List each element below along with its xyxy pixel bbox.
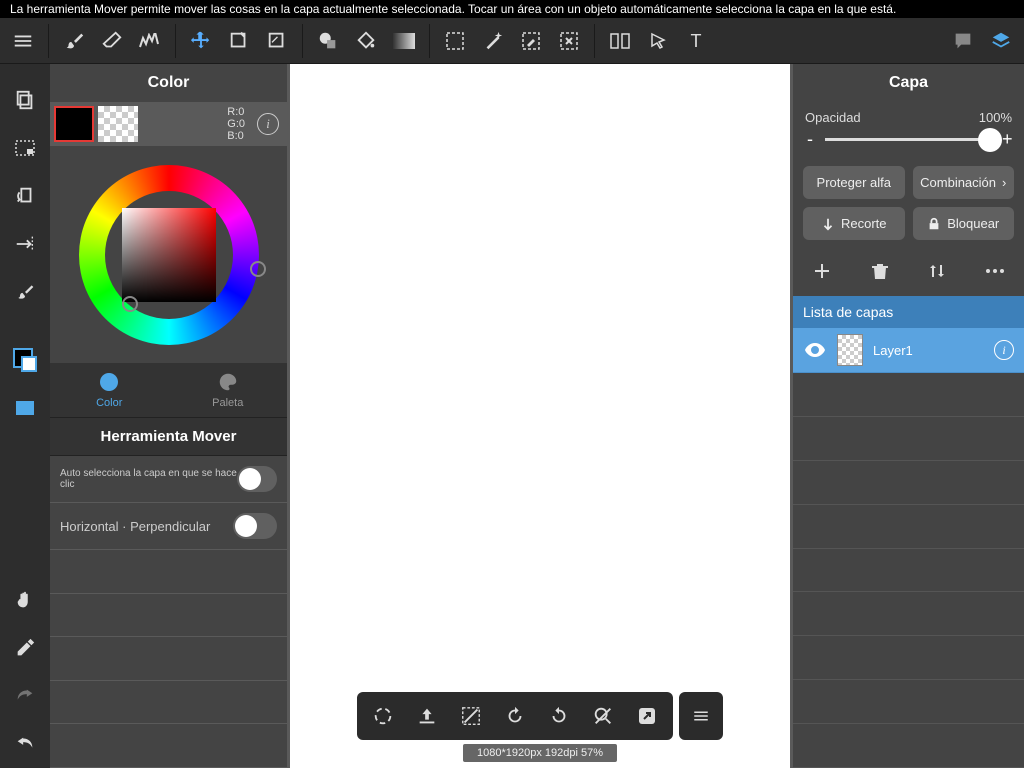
gradient-icon[interactable] xyxy=(387,24,421,58)
smudge-icon[interactable] xyxy=(133,24,167,58)
tooltip-bar: La herramienta Mover permite mover las c… xyxy=(0,0,1024,18)
tab-palette[interactable]: Paleta xyxy=(169,371,288,409)
deselect-icon[interactable] xyxy=(453,698,489,734)
save-icon[interactable] xyxy=(409,698,445,734)
auto-select-label: Auto selecciona la capa en que se hace c… xyxy=(60,468,237,490)
select-erase-icon[interactable] xyxy=(552,24,586,58)
layer-panel-title: Capa xyxy=(793,64,1024,102)
eraser-icon[interactable] xyxy=(95,24,129,58)
info-icon[interactable]: i xyxy=(257,113,279,135)
marquee-small-icon[interactable] xyxy=(0,124,50,172)
layer-item[interactable]: Layer1 i xyxy=(793,328,1024,373)
horiz-perp-label: Horizontal · Perpendicular xyxy=(60,519,210,534)
flip-icon[interactable] xyxy=(0,220,50,268)
marquee-icon[interactable] xyxy=(438,24,472,58)
protect-alpha-button[interactable]: Proteger alfa xyxy=(803,166,905,199)
chevron-right-icon: › xyxy=(1002,175,1006,190)
secondary-swatch[interactable] xyxy=(98,106,138,142)
primary-swatch[interactable] xyxy=(54,106,94,142)
layer-thumbnail xyxy=(837,334,863,366)
select-brush-icon[interactable] xyxy=(514,24,548,58)
horiz-perp-row: Horizontal · Perpendicular xyxy=(50,503,287,550)
foreground-color-icon[interactable] xyxy=(0,336,50,384)
lock-icon xyxy=(927,217,941,231)
top-toolbar: T xyxy=(0,18,1024,64)
delete-layer-icon[interactable] xyxy=(865,256,895,286)
opacity-slider-row: - + xyxy=(793,125,1024,162)
canvas[interactable] xyxy=(290,64,790,768)
layer-info-icon[interactable]: i xyxy=(994,340,1014,360)
right-panel: Capa Opacidad 100% - + Proteger alfa Com… xyxy=(793,64,1024,768)
brush-icon[interactable] xyxy=(57,24,91,58)
background-color-icon[interactable] xyxy=(0,384,50,432)
canvas-area[interactable]: 1080*1920px 192dpi 57% xyxy=(287,64,793,768)
svg-text:T: T xyxy=(691,31,702,51)
auto-select-switch[interactable] xyxy=(237,466,277,492)
fill-icon[interactable] xyxy=(349,24,383,58)
color-wheel[interactable] xyxy=(50,146,287,363)
add-layer-icon[interactable] xyxy=(807,256,837,286)
share-icon[interactable] xyxy=(629,698,665,734)
auto-select-row: Auto selecciona la capa en que se hace c… xyxy=(50,456,287,503)
crop-icon[interactable] xyxy=(260,24,294,58)
text-icon[interactable]: T xyxy=(679,24,713,58)
opacity-value: 100% xyxy=(979,110,1012,125)
undo-icon[interactable] xyxy=(0,720,50,768)
horiz-perp-switch[interactable] xyxy=(233,513,277,539)
rotate-cw-icon[interactable] xyxy=(541,698,577,734)
wand-icon[interactable] xyxy=(476,24,510,58)
sv-marker[interactable] xyxy=(122,296,138,312)
opacity-plus[interactable]: + xyxy=(1002,129,1012,150)
layer-name: Layer1 xyxy=(873,343,913,358)
layer-list-header: Lista de capas xyxy=(793,296,1024,328)
transform-icon[interactable] xyxy=(222,24,256,58)
rotate-icon[interactable] xyxy=(0,172,50,220)
color-subtabs: Color Paleta xyxy=(50,363,287,417)
expand-icon[interactable] xyxy=(365,698,401,734)
eyedropper-icon[interactable] xyxy=(0,624,50,672)
visibility-icon[interactable] xyxy=(803,338,827,362)
no-zoom-icon[interactable] xyxy=(585,698,621,734)
layers-icon[interactable] xyxy=(984,24,1018,58)
shape-icon[interactable] xyxy=(311,24,345,58)
tab-color[interactable]: Color xyxy=(50,371,169,409)
rotate-ccw-icon[interactable] xyxy=(497,698,533,734)
reorder-icon[interactable] xyxy=(922,256,952,286)
redo-icon[interactable] xyxy=(0,672,50,720)
copy-icon[interactable] xyxy=(0,76,50,124)
blend-mode-button[interactable]: Combinación› xyxy=(913,166,1015,199)
pointer-icon[interactable] xyxy=(641,24,675,58)
hue-marker[interactable] xyxy=(250,261,266,277)
tool-section-title: Herramienta Mover xyxy=(50,417,287,456)
move-tool-icon[interactable] xyxy=(184,24,218,58)
left-panel: Color R:0 G:0 B:0 i Color Paleta xyxy=(50,64,287,768)
brush-small-icon[interactable] xyxy=(0,268,50,316)
hand-icon[interactable] xyxy=(0,576,50,624)
swatch-row: R:0 G:0 B:0 i xyxy=(50,102,287,146)
color-panel-title: Color xyxy=(50,64,287,102)
status-bar: 1080*1920px 192dpi 57% xyxy=(463,744,617,762)
divide-icon[interactable] xyxy=(603,24,637,58)
bottom-toolbar xyxy=(357,692,723,740)
more-icon[interactable] xyxy=(980,256,1010,286)
opacity-minus[interactable]: - xyxy=(805,129,815,150)
chat-icon[interactable] xyxy=(946,24,980,58)
left-rail xyxy=(0,64,50,768)
menu-icon[interactable] xyxy=(6,24,40,58)
clip-button[interactable]: Recorte xyxy=(803,207,905,240)
rgb-readout: R:0 G:0 B:0 xyxy=(227,106,245,142)
lock-button[interactable]: Bloquear xyxy=(913,207,1015,240)
bottom-menu-icon[interactable] xyxy=(679,692,723,740)
opacity-slider[interactable] xyxy=(825,138,992,141)
opacity-label: Opacidad xyxy=(805,110,861,125)
clip-icon xyxy=(821,217,835,231)
